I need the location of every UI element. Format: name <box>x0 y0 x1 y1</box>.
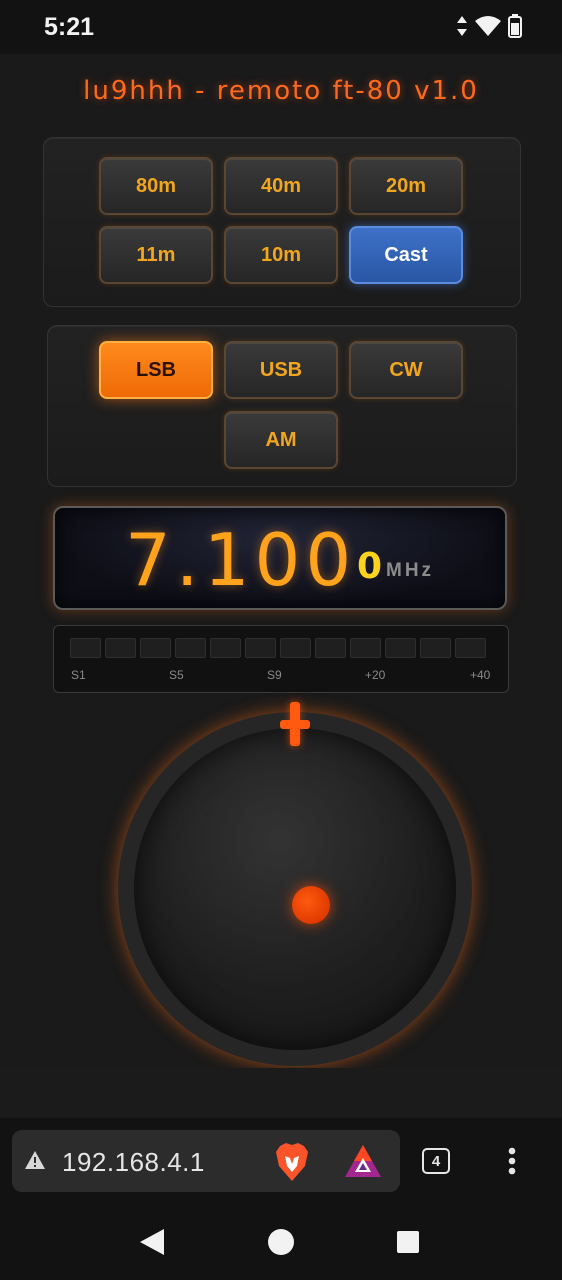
s-meter: S1 S5 S9 +20 +40 <box>53 625 509 693</box>
frequency-display: 7.100 0 MHz <box>53 506 507 610</box>
band-button-10m[interactable]: 10m <box>224 226 338 284</box>
frequency-unit: MHz <box>386 560 435 581</box>
cast-button[interactable]: Cast <box>349 226 463 284</box>
s-meter-segment <box>70 638 101 658</box>
address-bar[interactable]: 192.168.4.1 <box>12 1130 400 1192</box>
band-panel: 80m 40m 20m 11m 10m Cast <box>43 137 521 307</box>
radio-app: lu9hhh - remoto ft-80 v1.0 80m 40m 20m 1… <box>0 54 562 1068</box>
s-meter-label-s9: S9 <box>267 668 282 682</box>
frequency-main: 7.100 <box>125 518 357 602</box>
status-icons <box>456 14 522 43</box>
status-time: 5:21 <box>44 13 95 41</box>
brave-rewards-icon[interactable] <box>344 1144 382 1183</box>
s-meter-segment <box>350 638 381 658</box>
s-meter-segment <box>140 638 171 658</box>
recents-icon[interactable] <box>397 1231 419 1258</box>
status-bar: 5:21 <box>0 0 562 54</box>
not-secure-warning-icon[interactable] <box>24 1150 46 1175</box>
mode-button-cw[interactable]: CW <box>349 341 463 399</box>
s-meter-label-plus40: +40 <box>470 668 491 682</box>
band-button-80m[interactable]: 80m <box>99 157 213 215</box>
browser-toolbar: 192.168.4.1 4 <box>0 1118 562 1204</box>
tuning-marker-crossbar <box>280 720 310 729</box>
s-meter-segment <box>105 638 136 658</box>
s-meter-segment <box>385 638 416 658</box>
data-transfer-icon <box>456 15 468 42</box>
s-meter-segment <box>210 638 241 658</box>
battery-icon <box>508 14 522 43</box>
s-meter-segment <box>175 638 206 658</box>
s-meter-segment <box>245 638 276 658</box>
more-options-icon[interactable] <box>506 1147 518 1182</box>
band-button-20m[interactable]: 20m <box>349 157 463 215</box>
s-meter-segment <box>280 638 311 658</box>
tab-switcher-button[interactable]: 4 <box>422 1148 450 1174</box>
brave-shields-icon[interactable] <box>274 1142 310 1187</box>
s-meter-segment <box>315 638 346 658</box>
home-icon[interactable] <box>268 1229 294 1260</box>
frequency-sub-digit: 0 <box>357 546 383 587</box>
s-meter-segment <box>455 638 486 658</box>
band-button-11m[interactable]: 11m <box>99 226 213 284</box>
s-meter-label-plus20: +20 <box>365 668 386 682</box>
app-title: lu9hhh - remoto ft-80 v1.0 <box>83 76 479 106</box>
mode-panel: LSB USB CW AM <box>47 325 517 487</box>
s-meter-label-s1: S1 <box>71 668 86 682</box>
url-text[interactable]: 192.168.4.1 <box>62 1147 205 1178</box>
tuning-knob-face <box>134 728 456 1050</box>
back-icon[interactable] <box>138 1228 166 1261</box>
wifi-icon <box>474 15 502 42</box>
s-meter-segment <box>420 638 451 658</box>
tuning-knob[interactable] <box>118 702 472 1066</box>
s-meter-label-s5: S5 <box>169 668 184 682</box>
browser-content-bottom <box>0 1068 562 1118</box>
mode-button-lsb[interactable]: LSB <box>99 341 213 399</box>
s-meter-bars <box>70 638 486 658</box>
band-button-40m[interactable]: 40m <box>224 157 338 215</box>
mode-button-usb[interactable]: USB <box>224 341 338 399</box>
mode-button-am[interactable]: AM <box>224 411 338 469</box>
tuning-knob-center-dot <box>292 886 330 924</box>
system-navigation-bar <box>0 1204 562 1280</box>
